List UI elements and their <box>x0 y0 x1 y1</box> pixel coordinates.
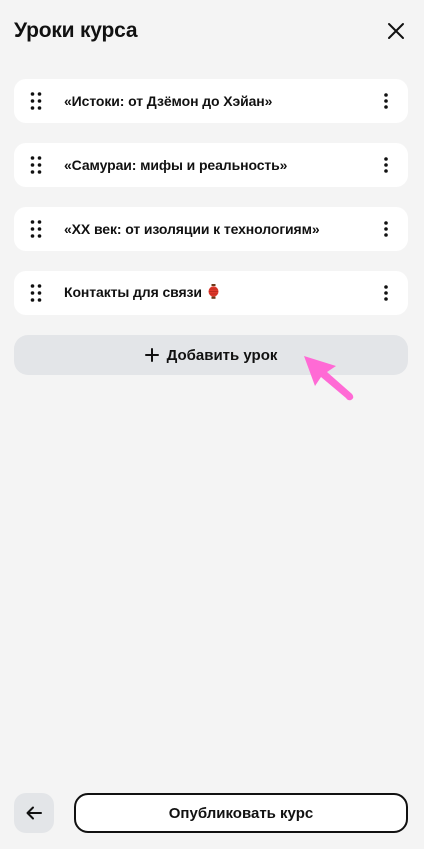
lesson-card[interactable]: «Истоки: от Дзёмон до Хэйан» <box>14 79 408 123</box>
lesson-title: «XX век: от изоляции к технологиям» <box>64 221 320 237</box>
drag-handle-icon <box>30 156 42 174</box>
more-vertical-icon <box>384 285 388 301</box>
back-button[interactable] <box>14 793 54 833</box>
footer: Опубликовать курс <box>14 793 408 833</box>
lesson-title-text: Контакты для связи <box>64 284 202 300</box>
publish-course-button[interactable]: Опубликовать курс <box>74 793 408 833</box>
lesson-menu-button[interactable] <box>364 271 408 315</box>
arrow-left-icon <box>26 806 42 820</box>
pointer-arrow-icon <box>304 356 354 401</box>
drag-handle[interactable] <box>14 143 58 187</box>
plus-icon <box>144 348 159 362</box>
drag-handle[interactable] <box>14 207 58 251</box>
header: Уроки курса <box>14 14 410 48</box>
more-vertical-icon <box>384 157 388 173</box>
lesson-menu-button[interactable] <box>364 143 408 187</box>
drag-handle-icon <box>30 92 42 110</box>
lantern-icon <box>208 284 219 299</box>
close-icon <box>388 23 404 39</box>
lesson-menu-button[interactable] <box>364 207 408 251</box>
page-title: Уроки курса <box>14 19 138 42</box>
drag-handle-icon <box>30 284 42 302</box>
drag-handle[interactable] <box>14 271 58 315</box>
lesson-title: Контакты для связи <box>58 284 364 302</box>
more-vertical-icon <box>384 93 388 109</box>
more-vertical-icon <box>384 221 388 237</box>
lantern-emoji <box>208 284 219 302</box>
drag-handle-icon <box>30 220 42 238</box>
lesson-title: «Истоки: от Дзёмон до Хэйан» <box>64 93 273 109</box>
lesson-title: «Самураи: мифы и реальность» <box>64 157 288 173</box>
lesson-card[interactable]: «XX век: от изоляции к технологиям» <box>14 207 408 251</box>
lesson-menu-button[interactable] <box>364 79 408 123</box>
close-button[interactable] <box>382 17 410 45</box>
drag-handle[interactable] <box>14 79 58 123</box>
lesson-card[interactable]: «Самураи: мифы и реальность» <box>14 143 408 187</box>
lesson-card[interactable]: Контакты для связи <box>14 271 408 315</box>
add-lesson-label: Добавить урок <box>166 346 278 364</box>
lesson-list: «Истоки: от Дзёмон до Хэйан» «Самураи: м… <box>14 79 408 335</box>
